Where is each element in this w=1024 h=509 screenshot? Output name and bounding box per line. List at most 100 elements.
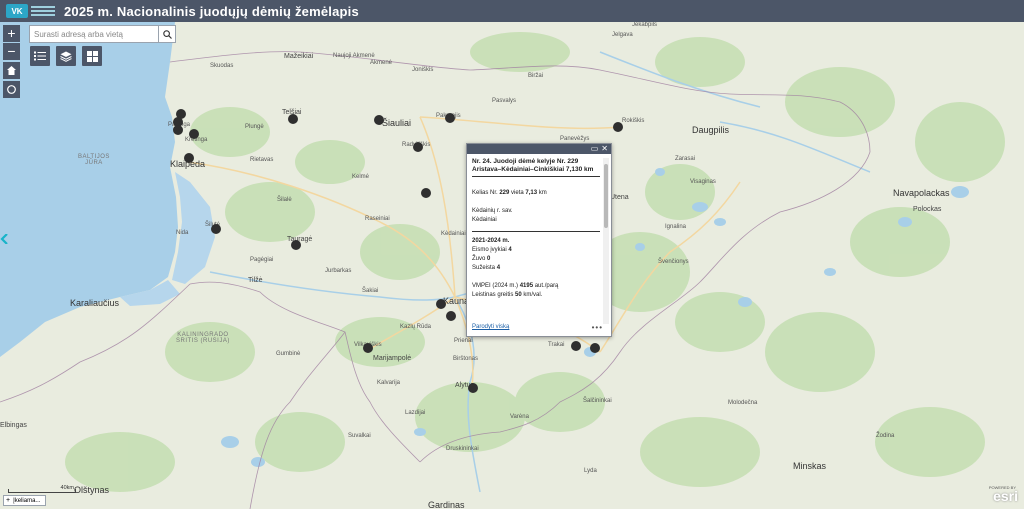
popup-scrollbar[interactable] [603, 158, 609, 324]
city-label: Ignalina [665, 224, 687, 230]
search-icon [162, 29, 172, 39]
zoom-out-button[interactable]: − [3, 43, 20, 60]
app-header: VK 2025 m. Nacionalinis juodųjų dėmių že… [0, 0, 1024, 22]
city-label: Polockas [913, 206, 942, 213]
scale-bar: 40km [8, 485, 76, 493]
black-spot-marker[interactable] [590, 343, 600, 353]
city-label: Olštynas [74, 485, 110, 495]
esri-logo: esri [993, 488, 1018, 504]
black-spot-marker[interactable] [374, 115, 384, 125]
locate-button[interactable] [3, 81, 20, 98]
grid-icon [86, 50, 98, 62]
city-label: Lazdijai [405, 410, 426, 416]
city-label: Šilalė [277, 197, 292, 203]
city-label: Jurbarkas [325, 268, 352, 274]
city-label: Elbingas [0, 422, 27, 429]
city-label: Suvalkai [348, 433, 371, 439]
popup-footer: Parodyti viską ••• [472, 322, 603, 332]
city-label: Jelgava [612, 32, 633, 38]
city-label: Gardinas [428, 500, 465, 509]
speed-limit: Leistinas greitis 50 km/val. [472, 292, 543, 298]
black-spot-marker[interactable] [613, 122, 623, 132]
basemap-gallery-button[interactable] [82, 46, 102, 66]
loading-label: Įkeliama... [13, 497, 41, 504]
layers-button[interactable] [56, 46, 76, 66]
city-label: Nida [176, 230, 189, 236]
city-label: Akmenė [370, 60, 393, 66]
city-label: Kazlų Rūda [400, 324, 432, 330]
app-title: 2025 m. Nacionalinis juodųjų dėmių žemėl… [64, 3, 359, 19]
black-spot-marker[interactable] [211, 224, 221, 234]
region-label-kaliningrad: KALININGRADO SRITIS (RUSIJA) [176, 332, 230, 344]
sea-label: BALTIJOS JŪRA [78, 154, 110, 166]
black-spot-marker[interactable] [571, 341, 581, 351]
black-spot-marker[interactable] [445, 113, 455, 123]
black-spot-marker[interactable] [291, 240, 301, 250]
city-label: Gumbinė [276, 351, 301, 357]
maximize-icon[interactable]: ▭ [591, 145, 599, 153]
feature-popup: ▭ ✕ Nr. 24. Juodoji dėmė kelyje Nr. 229 … [466, 143, 612, 337]
city-label: Zarasai [675, 156, 696, 162]
killed: Žuvo 0 [472, 256, 491, 262]
black-spot-marker[interactable] [184, 153, 194, 163]
city-label: Pasvalys [492, 98, 517, 104]
black-spot-marker[interactable] [189, 129, 199, 139]
layers-icon [60, 51, 72, 62]
city-label: Panevėžys [560, 136, 590, 142]
city-label: Šiauliai [382, 118, 412, 128]
accidents: Eismo įvykiai 4 [472, 247, 512, 253]
city-label: Molodečna [728, 400, 758, 406]
selected-location-icon[interactable] [0, 234, 8, 244]
popup-content: Nr. 24. Juodoji dėmė kelyje Nr. 229 Aris… [472, 158, 600, 318]
black-spot-marker[interactable] [173, 125, 183, 135]
city-label: Lyda [584, 468, 597, 474]
city-label: Naujoji Akmenė [333, 53, 375, 59]
search-button[interactable] [158, 26, 175, 42]
show-all-link[interactable]: Parodyti viską [472, 324, 509, 330]
road-info: Kelias Nr. 229 vieta 7,13 km [472, 190, 547, 196]
legend-list-button[interactable] [30, 46, 50, 66]
home-button[interactable] [3, 62, 20, 79]
zoom-controls: + − [3, 25, 20, 60]
search-input[interactable] [30, 26, 158, 42]
zoom-in-button[interactable]: + [3, 25, 20, 42]
city-label: Pagėgiai [250, 257, 274, 263]
city-label: Karaliaučius [70, 298, 120, 308]
city-label: Raseiniai [365, 216, 390, 222]
city-label: Birštonas [453, 356, 479, 362]
scale-label: 40km [60, 485, 74, 491]
black-spot-marker[interactable] [446, 311, 456, 321]
locate-icon [7, 85, 16, 94]
black-spot-marker[interactable] [413, 142, 423, 152]
period: 2021-2024 m. [472, 238, 510, 244]
city-label: Visaginas [690, 179, 716, 185]
city-label: Navapolackas [893, 188, 950, 198]
popup-toolbar: ▭ ✕ [467, 144, 611, 154]
city-label: Druskininkai [446, 446, 479, 452]
city-label: Tilžė [248, 277, 263, 284]
more-actions-button[interactable]: ••• [592, 323, 603, 332]
close-icon[interactable]: ✕ [601, 145, 608, 153]
black-spot-marker[interactable] [436, 299, 446, 309]
city-label: Utena [610, 194, 629, 201]
city-label: Jėkabpils [632, 22, 658, 28]
city-label: Skuodas [210, 63, 234, 69]
city-label: Kalvarija [377, 380, 401, 386]
city-label: Švenčionys [658, 259, 689, 265]
city-label: Trakai [548, 342, 565, 348]
city-label: Varėna [510, 414, 529, 420]
city-label: Prienai [454, 338, 473, 344]
loading-legend-button[interactable]: + Įkeliama... [3, 495, 46, 506]
city-label: Biržai [528, 73, 544, 79]
list-icon [34, 51, 46, 61]
city-label: Šalčininkai [583, 398, 612, 404]
city-label: Rokiškis [622, 118, 645, 124]
black-spot-marker[interactable] [288, 114, 298, 124]
black-spot-marker[interactable] [468, 383, 478, 393]
city-label: Minskas [793, 461, 827, 471]
black-spot-marker[interactable] [421, 188, 431, 198]
locality: Kėdainiai [472, 217, 497, 223]
city-label: Joniškis [412, 67, 434, 73]
black-spot-marker[interactable] [363, 343, 373, 353]
traffic-volume: VMPEI (2024 m.) 4195 aut./parą [472, 283, 559, 289]
